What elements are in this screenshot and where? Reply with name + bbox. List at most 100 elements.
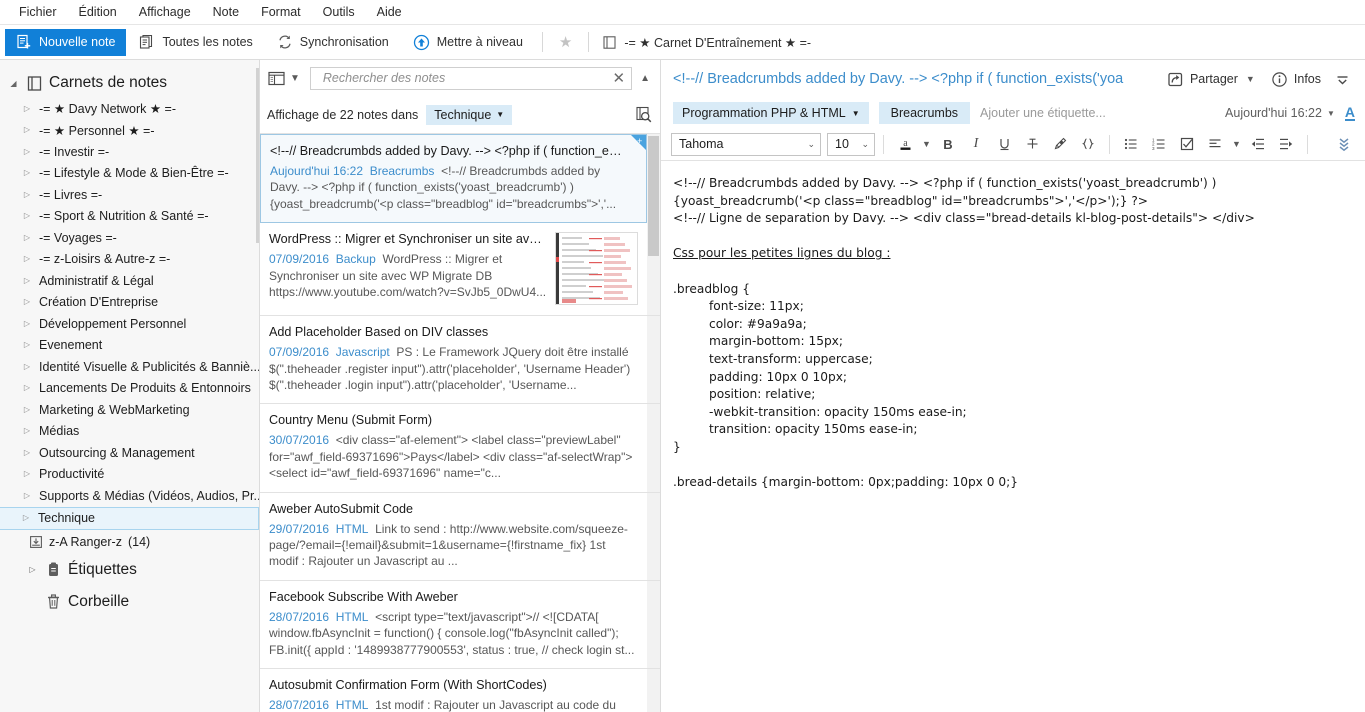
editor-tag-chip[interactable]: Breacrumbs (878, 102, 971, 124)
expand-triangle-icon[interactable]: ▷ (22, 147, 32, 156)
sidebar-item-notebook[interactable]: ▷ Identité Visuelle & Publicités & Banniè… (0, 356, 259, 378)
sidebar-item-notebook[interactable]: ▷ -= Livres =- (0, 184, 259, 206)
expand-triangle-icon[interactable]: ▷ (22, 104, 32, 113)
italic-button[interactable]: I (963, 132, 989, 157)
underline-button[interactable] (991, 132, 1017, 157)
sidebar-item-notebook[interactable]: ▷ Evenement (0, 335, 259, 357)
format-text-icon[interactable]: A (1344, 105, 1355, 121)
expand-triangle-icon[interactable]: ▷ (22, 319, 32, 328)
highlight-button[interactable] (1047, 132, 1073, 157)
note-list-item[interactable]: WordPress :: Migrer et Synchroniser un s… (260, 223, 660, 317)
sidebar-item-notebook[interactable]: ▷ Administratif & Légal (0, 270, 259, 292)
sidebar-item-trash[interactable]: Corbeille (0, 586, 259, 618)
sidebar-item-z-a-ranger-z[interactable]: z-A Ranger-z (14) (0, 530, 259, 554)
view-layout-chevron-down-icon[interactable]: ▼ (288, 73, 302, 84)
sidebar-item-notebook[interactable]: ▷ Technique (0, 506, 259, 530)
strikethrough-button[interactable] (1019, 132, 1045, 157)
note-date[interactable]: Aujourd'hui 16:22 ▼ (1225, 106, 1335, 120)
sidebar-item-notebook[interactable]: ▷ -= Investir =- (0, 141, 259, 163)
note-title-input[interactable]: <!--// Breadcrumbds added by Davy. --> <… (673, 71, 1160, 87)
expand-triangle-icon[interactable]: ▷ (22, 190, 32, 199)
text-color-chevron-down-icon[interactable]: ▼ (920, 139, 933, 149)
note-list-item[interactable]: <!--// Breadcrumbds added by Davy. --> <… (260, 134, 647, 224)
all-notes-button[interactable]: Toutes les notes (128, 29, 263, 56)
menu-item-fichier[interactable]: Fichier (8, 2, 68, 22)
numbered-list-button[interactable]: 123 (1146, 132, 1172, 157)
menu-item-format[interactable]: Format (250, 2, 312, 22)
expand-triangle-icon[interactable]: ▷ (22, 341, 32, 349)
sidebar-item-notebook[interactable]: ▷ -= Lifestyle & Mode & Bien-Être =- (0, 163, 259, 185)
info-button[interactable]: Infos (1264, 68, 1328, 91)
sidebar-scrollbar[interactable] (256, 68, 259, 243)
code-button[interactable] (1075, 132, 1101, 157)
expand-triangle-icon[interactable]: ▷ (22, 427, 32, 435)
align-chevron-down-icon[interactable]: ▼ (1230, 139, 1243, 149)
expand-triangle-icon[interactable]: ▷ (22, 169, 32, 177)
expand-triangle-icon[interactable]: ▷ (22, 255, 32, 263)
menu-item-edition[interactable]: Édition (68, 2, 128, 22)
search-input[interactable] (320, 70, 609, 86)
menu-item-affichage[interactable]: Affichage (128, 2, 202, 22)
new-note-button[interactable]: Nouvelle note (5, 28, 127, 56)
sidebar-item-notebook[interactable]: ▷ Lancements De Produits & Entonnoirs (0, 378, 259, 400)
add-tag-input[interactable]: Ajouter une étiquette... (980, 106, 1106, 120)
more-formatting-button[interactable] (1331, 132, 1357, 157)
sidebar-item-notebook[interactable]: ▷ Création D'Entreprise (0, 292, 259, 314)
note-list-item[interactable]: Aweber AutoSubmit Code 29/07/2016 HTML Li… (260, 493, 660, 581)
bold-button[interactable]: B (935, 132, 961, 157)
search-notebook-icon[interactable] (635, 106, 652, 123)
expand-triangle-icon[interactable]: ▷ (22, 212, 32, 220)
expand-triangle-icon[interactable]: ▷ (22, 126, 32, 134)
sidebar-item-notebook[interactable]: ▷ -= Sport & Nutrition & Santé =- (0, 206, 259, 228)
note-list-item[interactable]: Add Placeholder Based on DIV classes 07/0… (260, 316, 660, 405)
expand-triangle-icon[interactable]: ▷ (22, 470, 32, 478)
notebook-filter-chip[interactable]: Technique ▼ (426, 104, 513, 125)
view-layout-button[interactable]: ▼ (266, 69, 304, 88)
menu-item-outils[interactable]: Outils (312, 2, 366, 22)
expand-triangle-icon[interactable]: ▷ (21, 514, 31, 522)
sidebar-item-notebook[interactable]: ▷ Outsourcing & Management (0, 442, 259, 464)
sidebar-item-notebook[interactable]: ▷ Développement Personnel (0, 313, 259, 335)
sidebar-item-notebook[interactable]: ▷ Supports & Médias (Vidéos, Audios, Pr..… (0, 485, 259, 507)
search-input-wrapper[interactable]: ✕ (309, 66, 633, 90)
share-button[interactable]: Partager ▼ (1160, 68, 1264, 91)
note-list-item[interactable]: Facebook Subscribe With Aweber 28/07/2016… (260, 581, 660, 670)
sidebar-notebooks-header[interactable]: ◢ Carnets de notes (0, 68, 259, 98)
expand-triangle-icon[interactable]: ▷ (22, 448, 32, 457)
note-list-item[interactable]: Country Menu (Submit Form) 30/07/2016 <di… (260, 404, 660, 493)
sidebar-item-tags[interactable]: ▷ Étiquettes (0, 554, 259, 586)
expand-triangle-icon[interactable]: ▷ (22, 405, 32, 414)
editor-notebook-chip[interactable]: Programmation PHP & HTML ▼ (673, 102, 869, 124)
font-size-select[interactable]: 10 ⌄ (827, 132, 875, 156)
menu-item-aide[interactable]: Aide (366, 2, 413, 22)
sidebar-item-notebook[interactable]: ▷ Marketing & WebMarketing (0, 399, 259, 421)
collapse-triangle-icon[interactable]: ◢ (7, 79, 20, 88)
sidebar-item-notebook[interactable]: ▷ -= z-Loisirs & Autre-z =- (0, 249, 259, 271)
sidebar-item-notebook[interactable]: ▷ Médias (0, 421, 259, 443)
sync-button[interactable]: Synchronisation (266, 29, 400, 56)
search-options-chevron-up-icon[interactable]: ▲ (638, 73, 652, 84)
expand-triangle-icon[interactable]: ▷ (22, 362, 32, 371)
sidebar-item-notebook[interactable]: ▷ -= ★ Davy Network ★ =- (0, 98, 259, 120)
font-family-select[interactable]: Tahoma ⌄ (671, 132, 821, 156)
note-list-item[interactable]: Autosubmit Confirmation Form (With Short… (260, 669, 660, 712)
checkbox-button[interactable] (1174, 132, 1200, 157)
bullet-list-button[interactable] (1118, 132, 1144, 157)
align-button[interactable] (1202, 132, 1228, 157)
sidebar-item-notebook[interactable]: ▷ -= ★ Personnel ★ =- (0, 120, 259, 142)
upgrade-button[interactable]: Mettre à niveau (402, 29, 534, 56)
sidebar-item-notebook[interactable]: ▷ Productivité (0, 464, 259, 486)
expand-triangle-icon[interactable]: ▷ (22, 384, 32, 392)
clear-search-icon[interactable]: ✕ (609, 69, 626, 87)
expand-triangle-icon[interactable]: ▷ (22, 491, 32, 500)
text-color-button[interactable]: a (892, 132, 918, 157)
tags-expand-triangle-icon[interactable]: ▷ (26, 565, 39, 574)
indent-button[interactable] (1273, 132, 1299, 157)
menu-item-note[interactable]: Note (202, 2, 250, 22)
favorite-star-icon[interactable]: ★ (550, 33, 581, 51)
expand-triangle-icon[interactable]: ▷ (22, 233, 32, 242)
current-notebook-tab[interactable]: -= ★ Carnet D'Entraînement ★ =- (596, 35, 817, 50)
expand-triangle-icon[interactable]: ▷ (22, 276, 32, 285)
editor-overflow-button[interactable] (1328, 69, 1357, 90)
expand-triangle-icon[interactable]: ▷ (22, 298, 32, 306)
